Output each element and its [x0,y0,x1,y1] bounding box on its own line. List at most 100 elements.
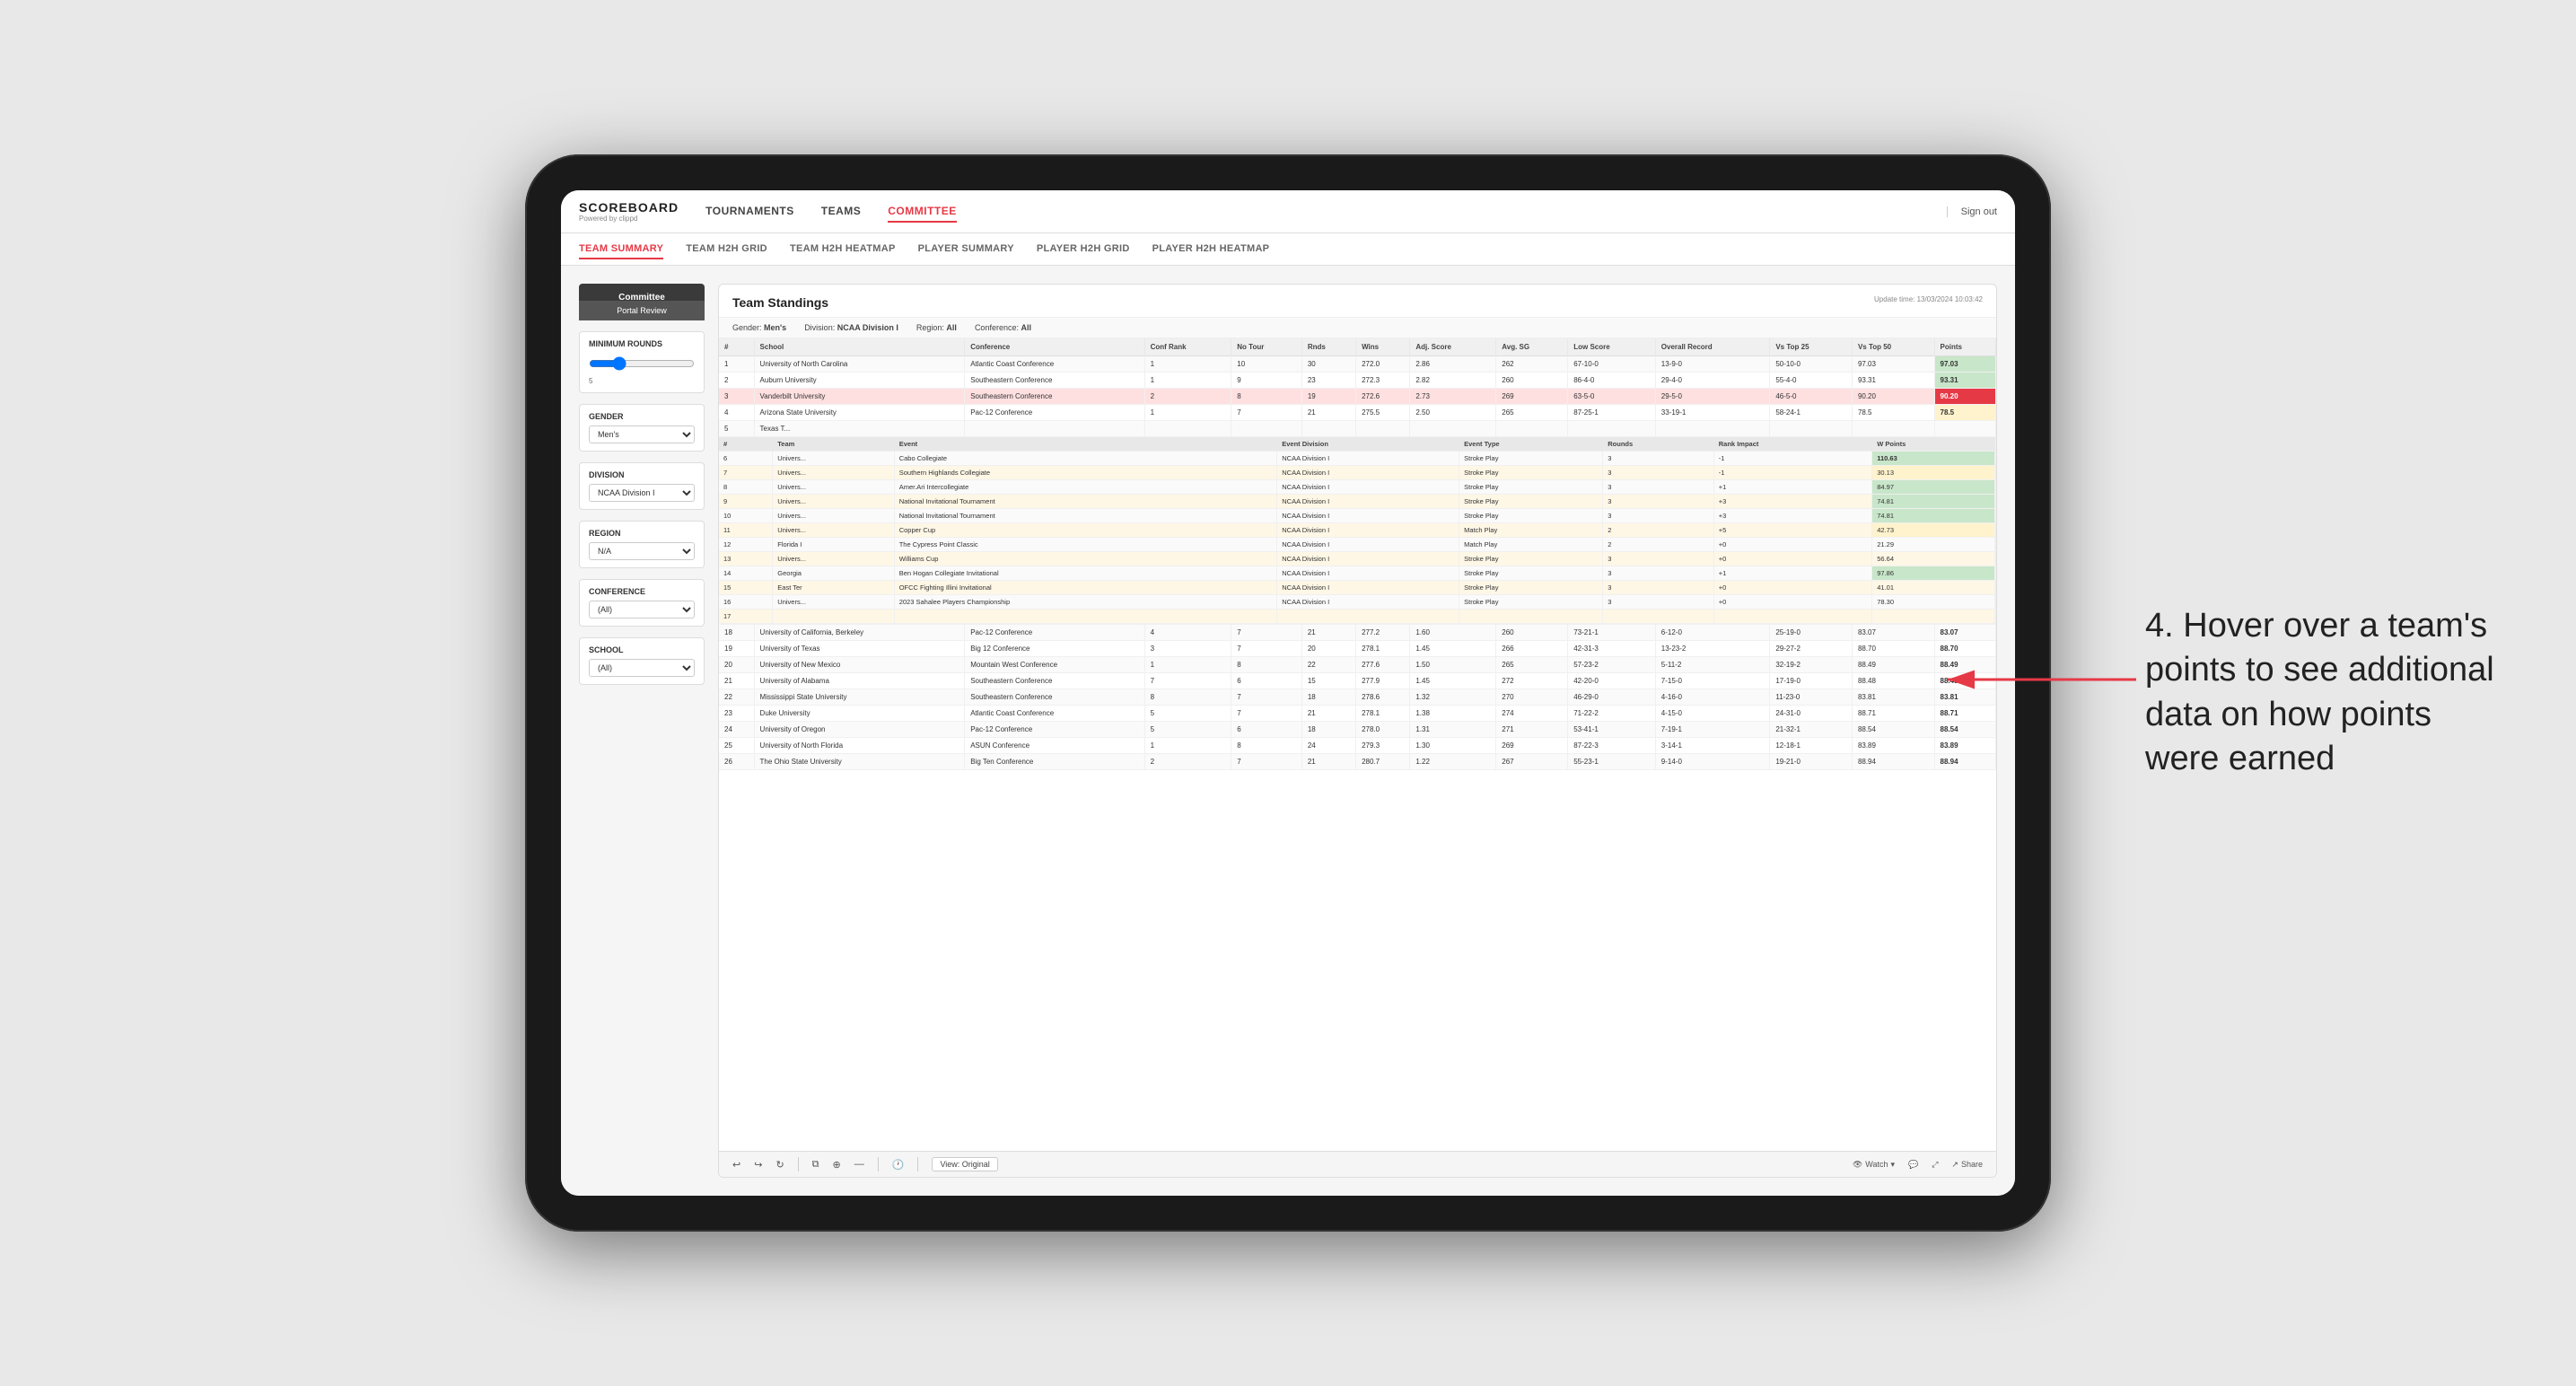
filter-school: School (All) [579,637,705,685]
division-select[interactable]: NCAA Division I NCAA Division II [589,484,695,502]
col-overall-rec: Overall Record [1655,338,1770,356]
conf-cell [965,421,1144,437]
points-cell[interactable]: 83.89 [1934,738,1995,754]
table-row[interactable]: 2 Auburn University Southeastern Confere… [719,373,1996,389]
tab-team-h2h-grid[interactable]: TEAM H2H GRID [686,240,767,259]
overall-rec-cell: 29-4-0 [1655,373,1770,389]
points-cell[interactable]: 88.70 [1934,641,1995,657]
app-logo-sub: Powered by clippd [579,215,679,223]
tooltip-row: 14GeorgiaBen Hogan Collegiate Invitation… [719,566,1995,581]
tab-player-h2h-grid[interactable]: PLAYER H2H GRID [1037,240,1130,259]
filter-gender-label: Gender [589,412,695,421]
nav-tournaments[interactable]: TOURNAMENTS [705,201,794,223]
rnds-cell: 23 [1301,373,1355,389]
col-vs25: Vs Top 25 [1770,338,1853,356]
col-points: Points [1934,338,1995,356]
table-row[interactable]: 25University of North FloridaASUN Confer… [719,738,1996,754]
overall-rec-cell: 29-5-0 [1655,389,1770,405]
gender-chip: Gender: Men's [732,323,786,332]
table-row[interactable]: 5 Texas T... [719,421,1996,437]
points-cell[interactable]: 88.94 [1934,754,1995,770]
tooltip-row: 16Univers...2023 Sahalee Players Champio… [719,595,1995,610]
undo-icon[interactable]: ↩ [732,1159,740,1171]
col-low-score: Low Score [1568,338,1656,356]
points-cell[interactable] [1934,421,1995,437]
share-button[interactable]: ↗ Share [1951,1160,1983,1170]
col-school: School [754,338,965,356]
tablet-shell: SCOREBOARD Powered by clippd TOURNAMENTS… [525,154,2051,1232]
min-rounds-slider[interactable] [589,356,695,371]
vs50-cell: 93.31 [1852,373,1934,389]
col-rank: # [719,338,754,356]
table-row[interactable]: 21University of AlabamaSoutheastern Conf… [719,673,1996,689]
col-rnds: Rnds [1301,338,1355,356]
table-row[interactable]: 23Duke UniversityAtlantic Coast Conferen… [719,706,1996,722]
points-cell[interactable]: 97.03 [1934,356,1995,373]
school-select[interactable]: (All) [589,659,695,677]
conf-rank-cell: 1 [1144,373,1231,389]
conf-rank-cell: 2 [1144,389,1231,405]
conference-select[interactable]: (All) ACC [589,601,695,618]
tablet-screen: SCOREBOARD Powered by clippd TOURNAMENTS… [561,190,2015,1196]
conf-cell: Atlantic Coast Conference [965,356,1144,373]
conf-rank-cell: 1 [1144,405,1231,421]
filter-region: Region N/A All [579,521,705,568]
table-row[interactable]: 4 Arizona State University Pac-12 Confer… [719,405,1996,421]
points-cell[interactable]: 90.20 [1934,389,1995,405]
vs50-cell: 90.20 [1852,389,1934,405]
no-tour-cell [1231,421,1302,437]
redo-icon[interactable]: ↪ [754,1159,762,1171]
tab-player-h2h-heatmap[interactable]: PLAYER H2H HEATMAP [1152,240,1270,259]
copy-icon[interactable]: ⧉ [812,1159,819,1171]
table-row[interactable]: 1 University of North Carolina Atlantic … [719,356,1996,373]
watch-button[interactable]: 👁 Watch ▾ [1853,1160,1895,1170]
clock-icon[interactable]: 🕐 [892,1159,905,1171]
conf-cell: Southeastern Conference [965,389,1144,405]
sign-out-button[interactable]: Sign out [1947,206,1997,217]
table-row[interactable]: 20University of New MexicoMountain West … [719,657,1996,673]
points-cell[interactable]: 78.5 [1934,405,1995,421]
filter-min-rounds: Minimum Rounds 5 [579,331,705,393]
table-row[interactable]: 26The Ohio State UniversityBig Ten Confe… [719,754,1996,770]
tab-player-summary[interactable]: PLAYER SUMMARY [918,240,1014,259]
table-row-highlighted[interactable]: 3 Vanderbilt University Southeastern Con… [719,389,1996,405]
expand-button[interactable]: ⤢ [1932,1160,1938,1170]
tab-team-summary[interactable]: TEAM SUMMARY [579,240,663,259]
tab-team-h2h-heatmap[interactable]: TEAM H2H HEATMAP [790,240,896,259]
table-row[interactable]: 19University of TexasBig 12 Conference37… [719,641,1996,657]
points-cell[interactable]: 88.71 [1934,706,1995,722]
nav-teams[interactable]: TEAMS [821,201,862,223]
vs25-cell [1770,421,1853,437]
eye-icon: 👁 [1853,1160,1862,1170]
tooltip-row: 10Univers...National Invitational Tourna… [719,509,1995,523]
points-cell[interactable]: 88.54 [1934,722,1995,738]
annotation-text: 4. Hover over a team's points to see add… [2145,604,2504,782]
view-original-button[interactable]: View: Original [932,1157,997,1171]
standings-data-table: # School Conference Conf Rank No Tour Rn… [719,338,1996,770]
col-conf-rank: Conf Rank [1144,338,1231,356]
refresh-icon[interactable]: ↻ [775,1159,784,1171]
vs25-cell: 55-4-0 [1770,373,1853,389]
division-chip: Division: NCAA Division I [804,323,898,332]
feedback-button[interactable]: 💬 [1908,1160,1918,1170]
col-wins: Wins [1356,338,1410,356]
points-cell[interactable]: 83.07 [1934,625,1995,641]
rnds-cell [1301,421,1355,437]
sidebar-header-area: Committee Portal Review [579,284,705,320]
bottom-toolbar: ↩ ↪ ↻ ⧉ ⊕ — 🕐 View: Original 👁 Watch [719,1151,1996,1177]
low-score-cell: 86-4-0 [1568,373,1656,389]
region-select[interactable]: N/A All [589,542,695,560]
paint-icon[interactable]: ⊕ [833,1159,841,1171]
table-row[interactable]: 24University of OregonPac-12 Conference5… [719,722,1996,738]
gender-select[interactable]: Men's Women's [589,425,695,443]
nav-committee[interactable]: COMMITTEE [888,201,957,223]
dash-icon[interactable]: — [854,1159,864,1170]
filter-conference: Conference (All) ACC [579,579,705,627]
main-content: Committee Portal Review Minimum Rounds 5… [561,266,2015,1196]
points-cell[interactable]: 93.31 [1934,373,1995,389]
table-row[interactable]: 22Mississippi State UniversitySoutheaste… [719,689,1996,706]
top-nav: SCOREBOARD Powered by clippd TOURNAMENTS… [561,190,2015,233]
table-row[interactable]: 18University of California, BerkeleyPac-… [719,625,1996,641]
adj-score-cell: 2.73 [1410,389,1496,405]
overall-rec-cell [1655,421,1770,437]
